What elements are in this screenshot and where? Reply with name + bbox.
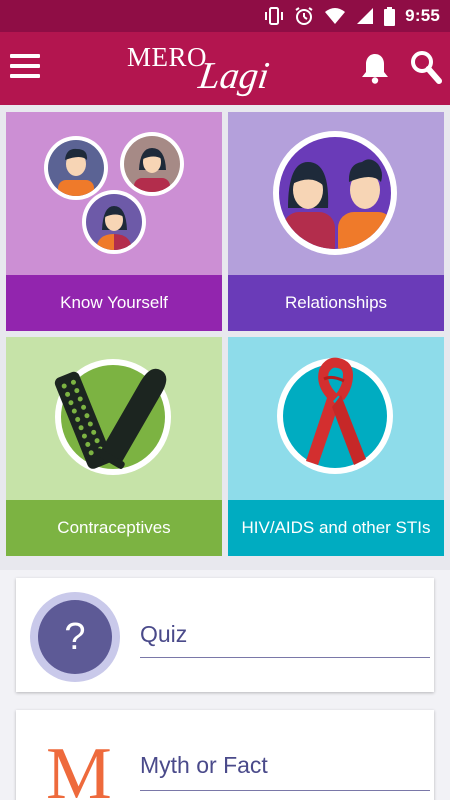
clock-time: 9:55 bbox=[405, 6, 440, 25]
app-bar: MERO Lagi bbox=[0, 32, 450, 105]
quiz-card[interactable]: ? Quiz bbox=[16, 578, 434, 692]
quiz-icon: ? bbox=[30, 592, 120, 682]
vibrate-icon bbox=[265, 7, 284, 25]
alarm-icon bbox=[295, 7, 313, 25]
myth-letter-icon: M bbox=[46, 733, 112, 800]
tile-relationships[interactable]: Relationships bbox=[228, 112, 444, 331]
tile-label: Know Yourself bbox=[6, 275, 222, 331]
wifi-icon bbox=[325, 8, 346, 24]
signal-icon bbox=[357, 8, 374, 24]
search-icon[interactable] bbox=[410, 50, 442, 84]
quiz-label: Quiz bbox=[140, 621, 188, 647]
logo-word-mero: MERO bbox=[127, 42, 208, 72]
couple-icon bbox=[228, 112, 444, 275]
red-ribbon-icon bbox=[228, 337, 444, 500]
myth-divider bbox=[140, 790, 430, 791]
feature-list: ? Quiz M Myth or Fact bbox=[0, 570, 450, 800]
tile-know-yourself[interactable]: Know Yourself bbox=[6, 112, 222, 331]
status-icons: 9:55 bbox=[264, 6, 440, 26]
app-logo: MERO Lagi bbox=[127, 40, 287, 102]
hamburger-menu-icon[interactable] bbox=[10, 54, 40, 82]
status-bar: 9:55 bbox=[0, 0, 450, 32]
tile-contraceptives[interactable]: Contraceptives bbox=[6, 337, 222, 556]
bell-icon[interactable] bbox=[360, 52, 390, 84]
category-grid: Know Yourself Relationships Contraceptiv… bbox=[0, 105, 450, 570]
contraceptive-check-icon bbox=[6, 337, 222, 500]
myth-or-fact-card[interactable]: M Myth or Fact bbox=[16, 710, 434, 800]
tile-label: Contraceptives bbox=[6, 500, 222, 556]
people-group-icon bbox=[6, 112, 222, 275]
tile-hiv-aids[interactable]: HIV/AIDS and other STIs bbox=[228, 337, 444, 556]
question-mark-icon: ? bbox=[38, 600, 112, 674]
myth-label: Myth or Fact bbox=[140, 752, 268, 778]
tile-label: HIV/AIDS and other STIs bbox=[228, 500, 444, 556]
tile-label: Relationships bbox=[228, 275, 444, 331]
logo-word-lagi: Lagi bbox=[196, 55, 272, 97]
quiz-divider bbox=[140, 657, 430, 658]
battery-icon bbox=[384, 6, 396, 26]
